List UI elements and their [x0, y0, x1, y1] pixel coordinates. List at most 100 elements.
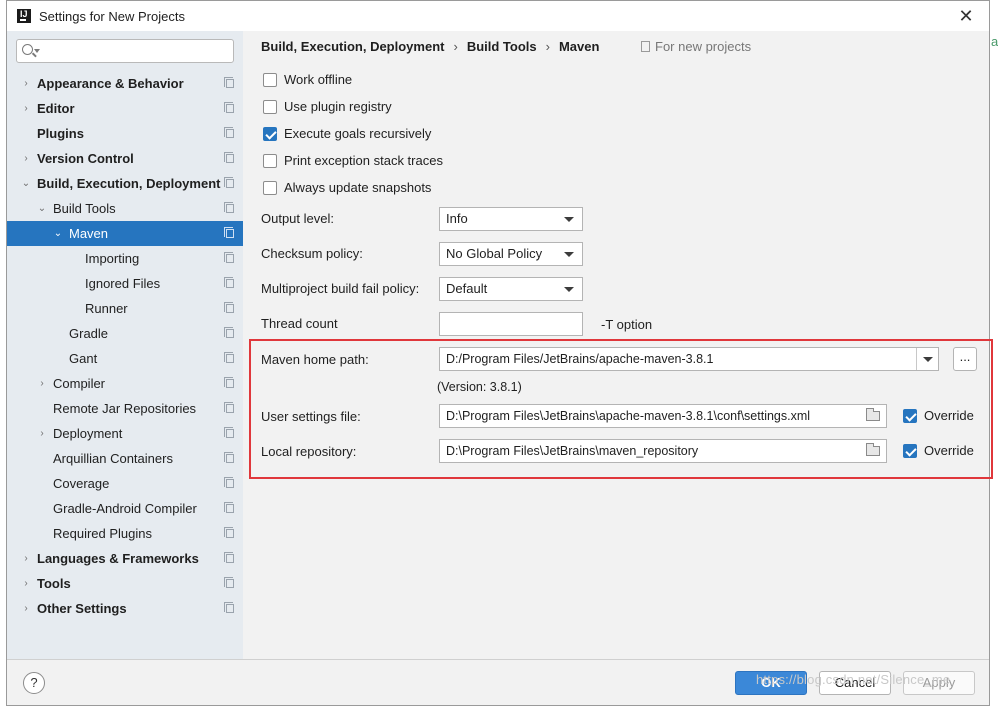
sidebar-item-label: Gradle-Android Compiler	[53, 501, 197, 516]
sidebar-item-importing[interactable]: Importing	[7, 246, 243, 271]
project-scope-icon	[224, 227, 234, 238]
search-options-caret-icon[interactable]	[34, 49, 40, 53]
checksum-policy-label: Checksum policy:	[261, 246, 363, 261]
project-scope-icon	[224, 177, 234, 188]
chevron-down-icon	[564, 217, 574, 222]
chevron-right-icon[interactable]: ›	[20, 546, 32, 571]
help-button[interactable]: ?	[23, 672, 45, 694]
sidebar-item-plugins[interactable]: Plugins	[7, 121, 243, 146]
chevron-down-icon[interactable]	[916, 348, 938, 370]
output-level-label: Output level:	[261, 211, 334, 226]
scope-note: For new projects	[641, 39, 751, 54]
sidebar-item-label: Version Control	[37, 151, 134, 166]
local-repository-override-checkbox[interactable]: Override	[903, 443, 974, 459]
project-scope-icon	[224, 552, 234, 563]
checkbox-box[interactable]	[263, 181, 277, 195]
chevron-right-icon[interactable]: ›	[20, 96, 32, 121]
sidebar-item-label: Editor	[37, 101, 75, 116]
chevron-right-icon[interactable]: ›	[20, 571, 32, 596]
sidebar-item-label: Maven	[69, 226, 109, 241]
checkbox-box[interactable]	[263, 154, 277, 168]
chevron-right-icon[interactable]: ›	[20, 596, 32, 621]
project-scope-icon	[224, 202, 234, 213]
settings-search-input[interactable]	[16, 39, 234, 63]
override-label: Override	[924, 443, 974, 458]
sidebar-item-runner[interactable]: Runner	[7, 296, 243, 321]
sidebar-item-label: Gradle	[69, 326, 109, 341]
chevron-down-icon[interactable]: ⌄	[20, 171, 32, 196]
sidebar-item-maven[interactable]: ⌄ Maven	[7, 221, 243, 246]
chevron-down-icon[interactable]: ⌄	[36, 196, 48, 221]
project-scope-icon	[224, 252, 234, 263]
breadcrumb-item-build-execution-deployment[interactable]: Build, Execution, Deployment	[261, 39, 444, 54]
chevron-down-icon	[564, 252, 574, 257]
user-settings-override-checkbox[interactable]: Override	[903, 408, 974, 424]
checkbox-box[interactable]	[903, 444, 917, 458]
folder-icon[interactable]	[866, 408, 880, 421]
sidebar-item-coverage[interactable]: Coverage	[7, 471, 243, 496]
user-settings-file-input[interactable]: D:\Program Files\JetBrains\apache-maven-…	[439, 404, 887, 428]
sidebar-item-gradle[interactable]: Gradle	[7, 321, 243, 346]
maven-home-browse-button[interactable]: ...	[953, 347, 977, 371]
sidebar-item-arquillian-containers[interactable]: Arquillian Containers	[7, 446, 243, 471]
local-repository-input[interactable]: D:\Program Files\JetBrains\maven_reposit…	[439, 439, 887, 463]
breadcrumb-separator: ›	[453, 39, 458, 54]
thread-count-input[interactable]	[439, 312, 583, 336]
project-scope-icon	[224, 452, 234, 463]
project-scope-icon	[224, 602, 234, 613]
sidebar-item-ignored-files[interactable]: Ignored Files	[7, 271, 243, 296]
multiproject-fail-policy-select[interactable]: Default	[439, 277, 583, 301]
sidebar-item-deployment[interactable]: › Deployment	[7, 421, 243, 446]
project-scope-icon	[224, 352, 234, 363]
breadcrumb-item-build-tools[interactable]: Build Tools	[467, 39, 537, 54]
project-scope-icon	[224, 377, 234, 388]
sidebar-item-build-execution-deployment[interactable]: ⌄ Build, Execution, Deployment	[7, 171, 243, 196]
sidebar-item-compiler[interactable]: › Compiler	[7, 371, 243, 396]
project-scope-icon	[224, 427, 234, 438]
chevron-right-icon[interactable]: ›	[20, 71, 32, 96]
sidebar-item-label: Build, Execution, Deployment	[37, 176, 221, 191]
chevron-down-icon	[564, 287, 574, 292]
settings-sidebar: › Appearance & Behavior › Editor Plugins › Ver…	[7, 31, 243, 659]
use-plugin-registry-checkbox[interactable]: Use plugin registry	[263, 99, 392, 117]
sidebar-item-languages-frameworks[interactable]: › Languages & Frameworks	[7, 546, 243, 571]
work-offline-checkbox[interactable]: Work offline	[263, 72, 352, 90]
output-level-select[interactable]: Info	[439, 207, 583, 231]
breadcrumb: Build, Execution, Deployment › Build Tools…	[261, 39, 599, 54]
chevron-down-icon[interactable]: ⌄	[52, 221, 64, 246]
maven-version-text: (Version: 3.8.1)	[437, 380, 522, 394]
checkbox-label: Work offline	[284, 72, 353, 87]
chevron-right-icon[interactable]: ›	[36, 371, 48, 396]
sidebar-item-editor[interactable]: › Editor	[7, 96, 243, 121]
sidebar-item-other-settings[interactable]: › Other Settings	[7, 596, 243, 621]
user-settings-file-value: D:\Program Files\JetBrains\apache-maven-…	[446, 409, 811, 423]
sidebar-item-label: Gant	[69, 351, 98, 366]
checkbox-box[interactable]	[903, 409, 917, 423]
local-repository-value: D:\Program Files\JetBrains\maven_reposit…	[446, 444, 699, 458]
folder-icon[interactable]	[866, 443, 880, 456]
close-icon[interactable]: ✕	[957, 7, 975, 25]
sidebar-item-label: Required Plugins	[53, 526, 153, 541]
breadcrumb-separator: ›	[545, 39, 550, 54]
sidebar-item-tools[interactable]: › Tools	[7, 571, 243, 596]
chevron-right-icon[interactable]: ›	[20, 146, 32, 171]
maven-home-path-input[interactable]: D:/Program Files/JetBrains/apache-maven-…	[439, 347, 939, 371]
sidebar-item-build-tools[interactable]: ⌄ Build Tools	[7, 196, 243, 221]
always-update-snapshots-checkbox[interactable]: Always update snapshots	[263, 180, 431, 198]
sidebar-item-appearance-behavior[interactable]: › Appearance & Behavior	[7, 71, 243, 96]
checkbox-box[interactable]	[263, 127, 277, 141]
sidebar-item-gradle-android-compiler[interactable]: Gradle-Android Compiler	[7, 496, 243, 521]
sidebar-item-gant[interactable]: Gant	[7, 346, 243, 371]
sidebar-item-required-plugins[interactable]: Required Plugins	[7, 521, 243, 546]
checksum-policy-select[interactable]: No Global Policy	[439, 242, 583, 266]
sidebar-item-remote-jar-repositories[interactable]: Remote Jar Repositories	[7, 396, 243, 421]
app-icon-text: IJ	[20, 9, 28, 19]
checkbox-box[interactable]	[263, 73, 277, 87]
print-exception-stack-traces-checkbox[interactable]: Print exception stack traces	[263, 153, 443, 171]
checkbox-box[interactable]	[263, 100, 277, 114]
local-repository-label: Local repository:	[261, 444, 357, 459]
sidebar-item-version-control[interactable]: › Version Control	[7, 146, 243, 171]
sidebar-item-label: Languages & Frameworks	[37, 551, 199, 566]
execute-goals-recursively-checkbox[interactable]: Execute goals recursively	[263, 126, 431, 144]
chevron-right-icon[interactable]: ›	[36, 421, 48, 446]
